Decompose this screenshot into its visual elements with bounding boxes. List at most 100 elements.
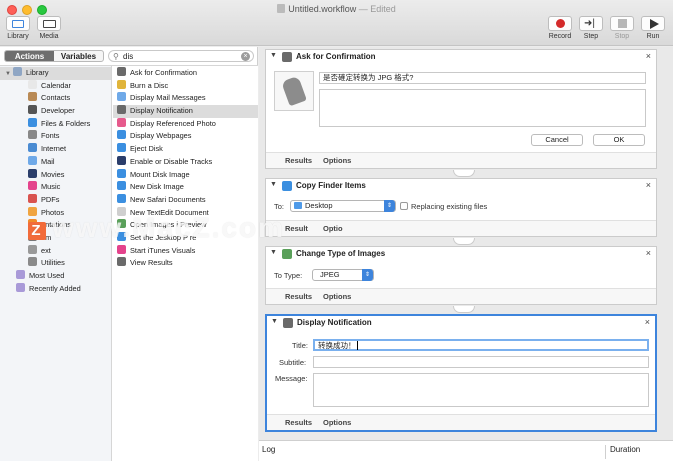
collapse-triangle-icon[interactable]: ▼ (270, 181, 277, 188)
clear-search-icon[interactable]: × (241, 52, 250, 61)
action-list-item[interactable]: Ask for Confirmation (113, 67, 258, 80)
change-type-of-images-action[interactable]: ▼ Change Type of Images × To Type: JPEG … (265, 246, 657, 305)
library-folder-icon (13, 67, 22, 76)
pdf-icon (28, 193, 37, 203)
options-button[interactable]: Optio (323, 224, 343, 233)
ok-button[interactable]: OK (593, 134, 645, 146)
image-type-popup[interactable]: JPEG ⇕ (312, 269, 374, 281)
copy-finder-items-action[interactable]: ▼ Copy Finder Items × To: Desktop ⇕ Repl… (265, 178, 657, 237)
action-list-item[interactable]: New TextEdit Document (113, 206, 258, 220)
search-input-value[interactable]: dis (123, 52, 133, 61)
action-list-item[interactable]: New Safari Documents (113, 193, 258, 207)
display-notification-action[interactable]: ▼ Display Notification × Title: 转换成功！ Su… (265, 314, 657, 432)
library-label: Library (7, 33, 29, 40)
options-button[interactable]: Options (323, 292, 351, 301)
action-list-item[interactable]: View Results (113, 257, 258, 270)
destination-value: Desktop (305, 201, 333, 210)
ask-for-confirmation-action[interactable]: ▼ Ask for Confirmation × 是否確定转换为 JPG 格式?… (265, 49, 657, 169)
library-category-item[interactable]: Photos (0, 206, 111, 220)
library-category-item[interactable]: Files & Folders (0, 117, 111, 131)
options-button[interactable]: Options (323, 418, 351, 427)
action-label: Start iTunes Visuals (130, 245, 196, 255)
library-category-item[interactable]: em (0, 231, 111, 245)
remove-action-icon[interactable]: × (646, 180, 651, 190)
action-title: Ask for Confirmation (296, 52, 376, 61)
presentation-icon (28, 219, 37, 229)
notification-message-field[interactable] (313, 373, 649, 407)
action-list-item[interactable]: Open Images i Preview (113, 219, 258, 232)
collapse-triangle-icon[interactable]: ▼ (270, 52, 277, 59)
stop-toolbar-button[interactable]: Stop (610, 16, 634, 40)
step-toolbar-button[interactable]: ➜| Step (579, 16, 603, 40)
library-category-item[interactable]: Movies (0, 168, 111, 182)
record-toolbar-button[interactable]: Record (548, 16, 572, 40)
collapse-triangle-icon[interactable]: ▼ (271, 318, 278, 325)
results-button[interactable]: Results (285, 156, 312, 165)
most-used-item[interactable]: Most Used (0, 270, 111, 283)
action-list-item[interactable]: Enable or Disable Tracks (113, 155, 258, 169)
run-toolbar-button[interactable]: Run (641, 16, 665, 40)
action-list-item[interactable]: Set the Jesktop P re (113, 231, 258, 245)
notification-subtitle-field[interactable] (313, 356, 649, 368)
action-label: Burn a Disc (130, 80, 169, 90)
library-category-item[interactable]: Contacts (0, 92, 111, 105)
utilities-icon (28, 257, 37, 267)
options-button[interactable]: Options (323, 156, 351, 165)
cancel-button[interactable]: Cancel (531, 134, 583, 146)
results-button[interactable]: Results (285, 292, 312, 301)
notification-title-field[interactable]: 转换成功！ (313, 339, 649, 351)
image-type-value: JPEG (320, 270, 340, 279)
remove-action-icon[interactable]: × (645, 317, 650, 327)
library-category-item[interactable]: Internet (0, 143, 111, 156)
library-category-item[interactable]: Fonts (0, 130, 111, 143)
destination-popup[interactable]: Desktop ⇕ (290, 200, 396, 212)
library-category-item[interactable]: entations (0, 219, 111, 232)
action-list-item[interactable]: Display Referenced Photo (113, 117, 258, 131)
action-label: Mount Disk Image (130, 169, 190, 179)
library-category-item[interactable]: Calendar (0, 79, 111, 93)
confirmation-message-field[interactable]: 是否確定转换为 JPG 格式? (319, 72, 646, 84)
library-toolbar-button[interactable]: Library (6, 16, 30, 40)
action-list-item[interactable]: Display Mail Messages (113, 92, 258, 105)
tab-actions[interactable]: Actions (5, 51, 54, 61)
remove-action-icon[interactable]: × (646, 248, 651, 258)
tab-variables[interactable]: Variables (54, 51, 103, 61)
action-list-item[interactable]: Mount Disk Image (113, 168, 258, 182)
confirmation-explanation-field[interactable] (319, 89, 646, 127)
log-column-header[interactable]: Log (262, 445, 275, 454)
action-list-item[interactable]: Display Webpages (113, 130, 258, 143)
desktop-icon (117, 231, 126, 241)
library-category-label: em (41, 232, 52, 242)
record-icon (548, 16, 572, 31)
library-category-item[interactable]: Utilities (0, 257, 111, 270)
replace-existing-checkbox[interactable] (400, 202, 408, 210)
remove-action-icon[interactable]: × (646, 51, 651, 61)
action-list-item[interactable]: Display Notification (113, 105, 258, 118)
duration-column-header[interactable]: Duration (605, 445, 640, 459)
recently-added-item[interactable]: Recently Added (0, 282, 111, 296)
automator-icon (283, 318, 293, 328)
library-category-label: Mail (41, 156, 55, 166)
action-connector (453, 238, 475, 245)
library-root-item[interactable]: ▼ Library (0, 67, 111, 80)
action-list-item[interactable]: Burn a Disc (113, 79, 258, 93)
results-button[interactable]: Results (285, 418, 312, 427)
image-type-label: To Type: (274, 271, 303, 280)
window-title: Untitled.workflow — Edited (0, 4, 673, 14)
action-label: Open Images i Preview (130, 220, 207, 230)
library-category-item[interactable]: ext (0, 244, 111, 258)
action-list-item[interactable]: Start iTunes Visuals (113, 244, 258, 258)
action-label: Enable or Disable Tracks (130, 156, 213, 166)
action-list-item[interactable]: Eject Disk (113, 143, 258, 156)
action-list: Ask for Confirmation Burn a Disc Display M… (113, 66, 258, 461)
safari-icon (117, 130, 126, 140)
action-list-item[interactable]: New Disk Image (113, 181, 258, 194)
library-category-item[interactable]: Mail (0, 155, 111, 169)
media-toolbar-button[interactable]: Media (37, 16, 61, 40)
collapse-triangle-icon[interactable]: ▼ (270, 249, 277, 256)
library-category-item[interactable]: Developer (0, 105, 111, 118)
action-search-field[interactable]: ⚲ dis × (108, 50, 254, 62)
results-button[interactable]: Result (285, 224, 308, 233)
library-category-item[interactable]: Music (0, 181, 111, 194)
library-category-item[interactable]: PDFs (0, 193, 111, 207)
